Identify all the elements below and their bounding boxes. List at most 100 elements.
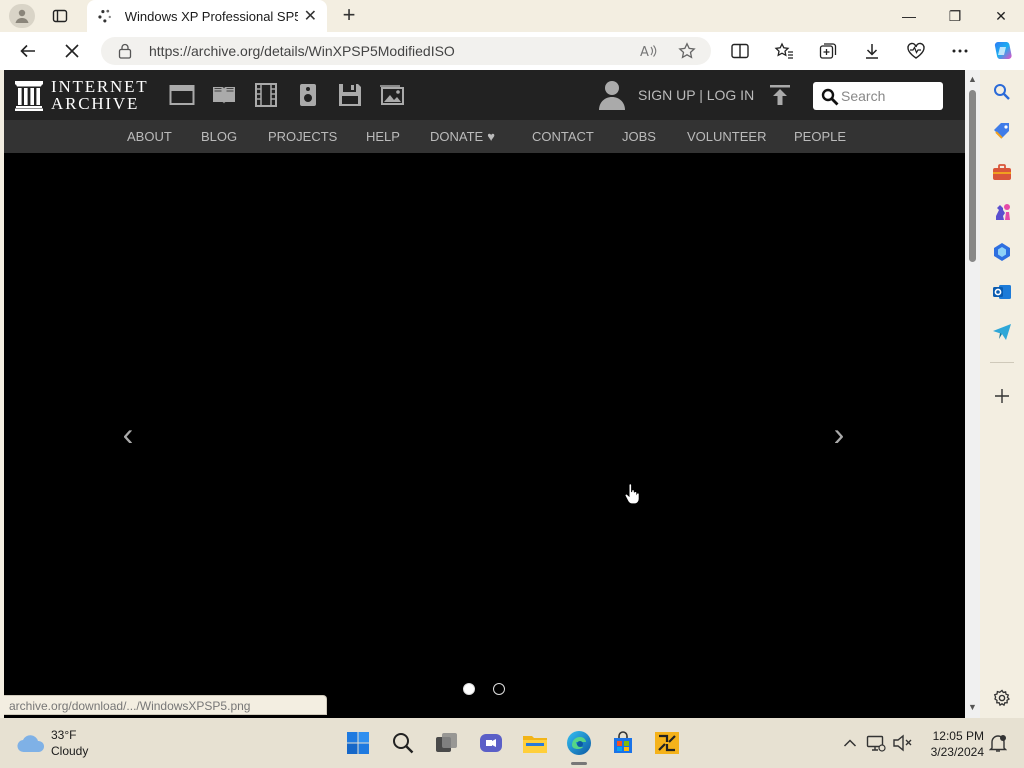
task-view-icon[interactable] <box>434 730 460 756</box>
system-clock[interactable]: 12:05 PM 3/23/2024 <box>920 728 984 760</box>
scroll-thumb[interactable] <box>969 90 976 262</box>
ia-wordmark-line1: INTERNET <box>51 77 149 96</box>
windows-taskbar: 33°F Cloudy 12:05 PM 3/23/2024 <box>0 718 1024 768</box>
window-controls: — ❐ ✕ <box>886 0 1024 32</box>
weather-temp: 33°F <box>51 728 77 742</box>
ia-wordmark-line2: ARCHIVE <box>51 94 140 113</box>
restore-button[interactable]: ❐ <box>932 0 978 32</box>
sidebar-shopping-icon[interactable] <box>992 122 1012 142</box>
copilot-icon[interactable] <box>990 38 1016 64</box>
show-hidden-icons-icon[interactable] <box>840 733 860 753</box>
read-aloud-icon[interactable]: A <box>636 40 660 62</box>
search-placeholder: Search <box>841 88 886 104</box>
ia-wordmark[interactable]: INTERNET ARCHIVE <box>51 78 149 112</box>
scroll-up-icon[interactable]: ▲ <box>968 74 977 84</box>
link-status-bar: archive.org/download/.../WindowsXPSP5.pn… <box>4 695 327 715</box>
tab-close-icon[interactable]: ✕ <box>304 6 317 26</box>
network-icon[interactable] <box>866 733 886 753</box>
carousel-prev-icon[interactable]: ‹ <box>118 418 138 450</box>
minimize-button[interactable]: — <box>886 0 932 32</box>
collections-icon[interactable] <box>816 40 840 62</box>
internet-archive-logo-icon[interactable] <box>14 79 44 111</box>
active-app-indicator <box>571 762 587 765</box>
images-icon[interactable] <box>379 83 405 107</box>
software-icon[interactable] <box>337 83 363 107</box>
browser-essentials-icon[interactable] <box>904 40 928 62</box>
nav-about[interactable]: ABOUT <box>127 129 172 144</box>
upload-icon[interactable] <box>769 84 791 106</box>
browser-toolbar: https://archive.org/details/WinXPSP5Modi… <box>0 32 1024 70</box>
nav-people[interactable]: PEOPLE <box>794 129 846 144</box>
taskbar-search-icon[interactable] <box>390 730 416 756</box>
start-windows-icon[interactable] <box>345 730 371 756</box>
edge-sidebar <box>980 70 1024 718</box>
split-screen-icon[interactable] <box>728 40 752 62</box>
nav-blog[interactable]: BLOG <box>201 129 237 144</box>
sidebar-add-icon[interactable] <box>992 386 1012 406</box>
sidebar-outlook-icon[interactable] <box>992 282 1012 302</box>
teams-chat-icon[interactable] <box>478 730 504 756</box>
close-button[interactable]: ✕ <box>978 0 1024 32</box>
image-carousel: ‹ › <box>4 153 965 718</box>
favorite-star-icon[interactable] <box>675 40 699 62</box>
nav-donate[interactable]: DONATE ♥ <box>430 129 495 144</box>
url-text[interactable]: https://archive.org/details/WinXPSP5Modi… <box>149 43 455 59</box>
carousel-dot-2[interactable] <box>493 683 505 695</box>
sidebar-drop-icon[interactable] <box>992 322 1012 342</box>
texts-icon[interactable] <box>211 83 237 107</box>
nav-volunteer[interactable]: VOLUNTEER <box>687 129 766 144</box>
vmware-icon[interactable] <box>654 730 680 756</box>
nav-jobs[interactable]: JOBS <box>622 129 656 144</box>
web-content: INTERNET ARCHIVE SIGN UP | LOG IN Search… <box>4 70 965 718</box>
nav-donate-label: DONATE <box>430 129 484 144</box>
file-explorer-icon[interactable] <box>522 730 548 756</box>
favorites-icon[interactable] <box>772 40 796 62</box>
downloads-icon[interactable] <box>860 40 884 62</box>
carousel-next-icon[interactable]: › <box>829 418 849 450</box>
sidebar-tools-icon[interactable] <box>992 162 1012 182</box>
tab-title: Windows XP Professional SP5 ISO <box>124 8 298 24</box>
sidebar-games-icon[interactable] <box>992 202 1012 222</box>
new-tab-button[interactable]: + <box>338 4 360 26</box>
web-icon[interactable] <box>169 83 195 107</box>
ia-secondary-nav: ABOUT BLOG PROJECTS HELP DONATE ♥ CONTACT… <box>4 120 965 153</box>
back-icon[interactable] <box>16 40 40 62</box>
weather-widget[interactable]: 33°F Cloudy <box>16 728 136 760</box>
more-options-icon[interactable] <box>948 40 972 62</box>
nav-contact[interactable]: CONTACT <box>532 129 594 144</box>
tab-active[interactable]: Windows XP Professional SP5 ISO ✕ <box>87 0 327 32</box>
nav-help[interactable]: HELP <box>366 129 400 144</box>
user-avatar-icon[interactable] <box>597 79 627 111</box>
weather-condition: Cloudy <box>51 744 89 758</box>
tab-actions-icon[interactable] <box>50 6 70 26</box>
scroll-down-icon[interactable]: ▼ <box>968 702 977 712</box>
lock-icon[interactable] <box>118 43 132 59</box>
profile-icon <box>15 9 29 23</box>
stop-loading-icon[interactable] <box>60 40 84 62</box>
edge-browser-icon[interactable] <box>566 730 592 756</box>
search-icon[interactable] <box>821 88 839 106</box>
tab-strip: Windows XP Professional SP5 ISO ✕ + — ❐ … <box>0 0 1024 32</box>
volume-muted-icon[interactable] <box>892 733 912 753</box>
sidebar-settings-icon[interactable] <box>992 688 1012 708</box>
video-icon[interactable] <box>253 83 279 107</box>
carousel-dot-1[interactable] <box>463 683 475 695</box>
status-link-text: archive.org/download/.../WindowsXPSP5.pn… <box>9 699 251 713</box>
site-search-input[interactable]: Search <box>813 82 943 110</box>
signup-login-link[interactable]: SIGN UP | LOG IN <box>638 87 754 103</box>
profile-avatar[interactable] <box>9 4 35 28</box>
address-bar[interactable]: https://archive.org/details/WinXPSP5Modi… <box>101 37 711 65</box>
heart-icon: ♥ <box>487 129 495 144</box>
page-scrollbar[interactable]: ▲ ▼ <box>965 70 980 718</box>
clock-time: 12:05 PM <box>932 729 984 743</box>
svg-text:A: A <box>640 45 649 59</box>
sidebar-microsoft365-icon[interactable] <box>992 242 1012 262</box>
audio-icon[interactable] <box>295 83 321 107</box>
cloud-icon <box>17 735 45 753</box>
hand-cursor-icon <box>624 483 640 505</box>
microsoft-store-icon[interactable] <box>610 730 636 756</box>
notifications-icon[interactable] <box>988 733 1008 753</box>
sidebar-divider <box>990 362 1014 363</box>
nav-projects[interactable]: PROJECTS <box>268 129 337 144</box>
sidebar-search-icon[interactable] <box>992 82 1012 102</box>
